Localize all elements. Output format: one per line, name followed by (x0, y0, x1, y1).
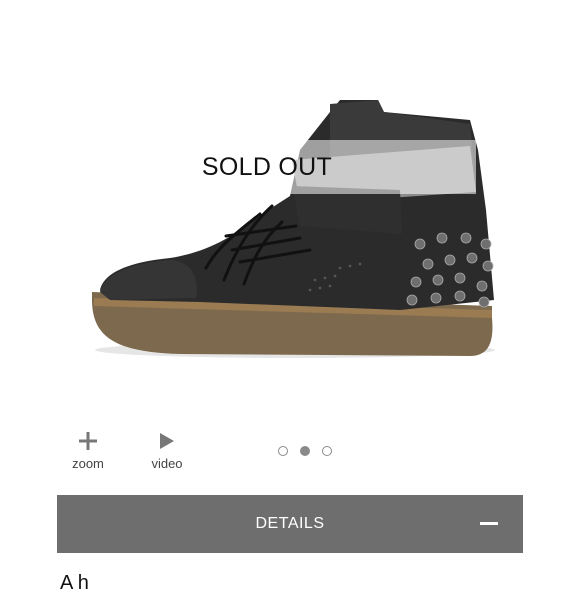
zoom-button[interactable]: zoom (58, 430, 118, 471)
product-image[interactable] (0, 0, 580, 410)
sold-out-label: SOLD OUT (201, 152, 333, 181)
zoom-label: zoom (72, 456, 104, 471)
plus-icon (58, 430, 118, 452)
minus-icon (480, 522, 498, 525)
carousel-dot-2[interactable] (300, 446, 310, 456)
details-accordion-toggle[interactable]: DETAILS (57, 495, 523, 553)
video-button[interactable]: video (137, 430, 197, 471)
carousel-indicators (278, 446, 332, 456)
carousel-dot-3[interactable] (322, 446, 332, 456)
play-icon (137, 430, 197, 452)
details-label: DETAILS (255, 515, 325, 532)
sold-out-banner: SOLD OUT (58, 140, 476, 194)
description-text: A h (60, 572, 89, 594)
carousel-dot-1[interactable] (278, 446, 288, 456)
video-label: video (151, 456, 183, 471)
